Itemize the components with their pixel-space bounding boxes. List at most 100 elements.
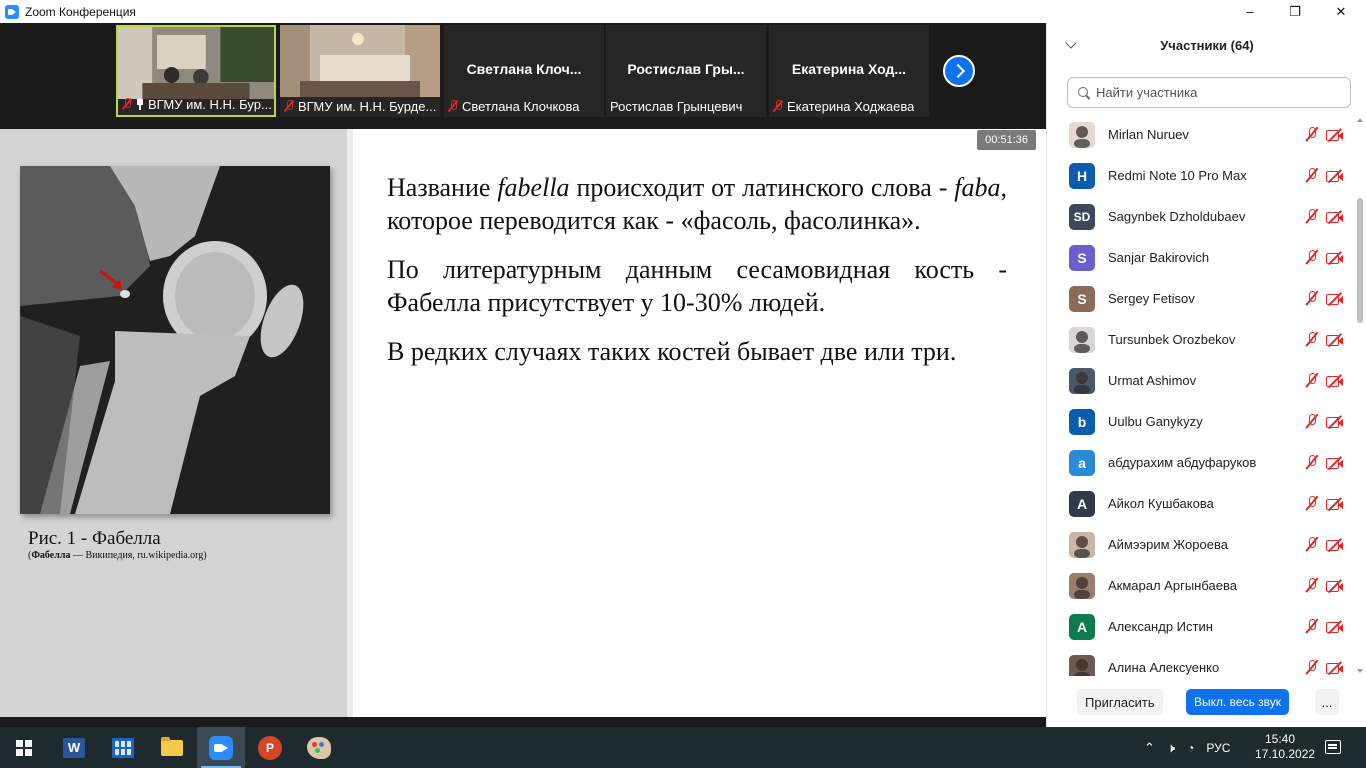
- mic-muted-icon[interactable]: [1305, 331, 1319, 347]
- slide-right-pane: 00:51:36 Название fabella происходит от …: [353, 129, 1046, 717]
- scroll-thumb[interactable]: [1357, 198, 1363, 323]
- taskbar-zoom[interactable]: [197, 727, 245, 768]
- participant-name: Александр Истин: [1108, 619, 1213, 634]
- participant-row[interactable]: a абдурахим абдуфаруков: [1047, 442, 1355, 483]
- taskbar-explorer[interactable]: [148, 727, 196, 768]
- mic-muted-icon[interactable]: [1305, 577, 1319, 593]
- volume-icon[interactable]: 🕨: [1167, 740, 1175, 756]
- participant-row[interactable]: Аймээрим Жороева: [1047, 524, 1355, 565]
- participant-name: Redmi Note 10 Pro Max: [1108, 168, 1247, 183]
- mic-muted-icon[interactable]: [1305, 659, 1319, 675]
- tile-label: Ростислав Грынцевич: [610, 97, 742, 115]
- zoom-window: Zoom Конференция – ❐ ✕ ВГМУ им. Н.Н. Бур…: [0, 0, 1366, 768]
- knee-xray-illustration: [20, 166, 330, 514]
- mic-muted-icon[interactable]: [1305, 126, 1319, 142]
- tray-icons: ⌃ 🕨 ◔ РУС: [1144, 727, 1230, 768]
- participant-row[interactable]: Urmat Ashimov: [1047, 360, 1355, 401]
- participant-name: Аймээрим Жороева: [1108, 537, 1228, 552]
- taskbar-paint[interactable]: [295, 727, 343, 768]
- mic-muted-icon[interactable]: [1305, 249, 1319, 265]
- zoom-app-icon: [5, 4, 19, 19]
- tile-label: ВГМУ им. Н.Н. Бурде...: [284, 97, 436, 115]
- scroll-up-icon[interactable]: [1357, 118, 1363, 122]
- video-tile[interactable]: ВГМУ им. Н.Н. Бур...: [116, 25, 276, 117]
- mute-all-button[interactable]: Выкл. весь звук: [1186, 689, 1290, 715]
- scroll-down-icon[interactable]: [1357, 669, 1363, 673]
- tile-name: Екатерина Ходжаева: [787, 98, 915, 114]
- network-icon[interactable]: ◔: [1187, 741, 1194, 755]
- clock-date: 17.10.2022: [1255, 747, 1316, 761]
- avatar: А: [1069, 614, 1095, 640]
- search-input[interactable]: [1096, 85, 1336, 100]
- video-off-icon-lens: [1338, 419, 1343, 427]
- chevron-up-icon[interactable]: ⌃: [1144, 740, 1155, 756]
- participant-row[interactable]: Mirlan Nuruev: [1047, 116, 1355, 155]
- mic-muted-icon[interactable]: [1305, 454, 1319, 470]
- mic-muted-icon[interactable]: [1305, 618, 1319, 634]
- mic-muted-icon: [122, 98, 132, 110]
- participant-search[interactable]: [1067, 77, 1351, 108]
- participant-name: Акмарал Аргынбаева: [1108, 578, 1237, 593]
- mic-muted-icon[interactable]: [1305, 208, 1319, 224]
- avatar: b: [1069, 409, 1095, 435]
- taskbar: W P ⌃ 🕨 ◔ РУС 15:40 17.10.2022: [0, 727, 1366, 768]
- mic-muted-icon[interactable]: [1305, 413, 1319, 429]
- tile-name: ВГМУ им. Н.Н. Бур...: [148, 96, 272, 112]
- notification-icon[interactable]: [1325, 740, 1341, 754]
- taskbar-word[interactable]: W: [50, 727, 98, 768]
- participant-row[interactable]: S Sanjar Bakirovich: [1047, 237, 1355, 278]
- chevron-down-icon[interactable]: [1065, 37, 1077, 49]
- participants-title: Участники (64): [1160, 37, 1254, 53]
- avatar: [1069, 573, 1095, 599]
- taskbar-powerpoint[interactable]: P: [246, 727, 294, 768]
- participant-row[interactable]: S Sergey Fetisov: [1047, 278, 1355, 319]
- invite-button[interactable]: Пригласить: [1077, 689, 1163, 715]
- video-off-icon-lens: [1338, 173, 1343, 181]
- video-tile[interactable]: Екатерина Ход... Екатерина Ходжаева: [769, 25, 929, 117]
- restore-button[interactable]: ❐: [1272, 0, 1318, 23]
- mic-muted-icon[interactable]: [1305, 495, 1319, 511]
- slide-paragraph: Название fabella происходит от латинског…: [387, 173, 1007, 235]
- participant-row[interactable]: Алина Алексуенко: [1047, 647, 1355, 676]
- language-indicator[interactable]: РУС: [1206, 741, 1230, 755]
- scrollbar[interactable]: [1356, 118, 1364, 673]
- mic-muted-icon[interactable]: [1305, 290, 1319, 306]
- avatar: [1069, 122, 1095, 148]
- mic-muted-icon: [284, 100, 294, 112]
- start-button[interactable]: [0, 727, 48, 768]
- tile-display-name: Светлана Клоч...: [466, 61, 582, 77]
- participant-name: Sagynbek Dzholdubaev: [1108, 209, 1246, 224]
- mic-muted-icon[interactable]: [1305, 372, 1319, 388]
- mic-muted-icon[interactable]: [1305, 536, 1319, 552]
- clock[interactable]: 15:40 17.10.2022: [1255, 732, 1316, 762]
- participant-row[interactable]: SD Sagynbek Dzholdubaev: [1047, 196, 1355, 237]
- figure-source: (Фабелла — Википедия, ru.wikipedia.org): [28, 550, 207, 561]
- participant-row[interactable]: b Uulbu Ganykyzy: [1047, 401, 1355, 442]
- shared-screen: Рис. 1 - Фабелла (Фабелла — Википедия, r…: [0, 129, 1046, 717]
- video-off-icon-lens: [1338, 501, 1343, 509]
- video-tile[interactable]: ВГМУ им. Н.Н. Бурде...: [280, 25, 440, 117]
- minimize-button[interactable]: –: [1227, 0, 1273, 23]
- participant-name: Urmat Ashimov: [1108, 373, 1197, 388]
- avatar: А: [1069, 491, 1095, 517]
- video-tile[interactable]: Светлана Клоч... Светлана Клочкова: [444, 25, 604, 117]
- next-page-arrow-icon[interactable]: [943, 55, 975, 87]
- slide-paragraph: В редких случаях таких костей бывает две…: [387, 337, 957, 366]
- tile-label: ВГМУ им. Н.Н. Бур...: [122, 95, 272, 113]
- participants-panel: Участники (64) Mirlan Nuruev H Redmi Note …: [1046, 23, 1366, 727]
- tile-name: Светлана Клочкова: [462, 98, 580, 114]
- tile-label: Светлана Клочкова: [448, 97, 580, 115]
- mic-muted-icon[interactable]: [1305, 167, 1319, 183]
- slide-left-pane: Рис. 1 - Фабелла (Фабелла — Википедия, r…: [0, 129, 347, 717]
- participant-row[interactable]: Tursunbek Orozbekov: [1047, 319, 1355, 360]
- share-bottom-bar: [0, 717, 1046, 727]
- participant-row[interactable]: H Redmi Note 10 Pro Max: [1047, 155, 1355, 196]
- taskbar-app-grid[interactable]: [99, 727, 147, 768]
- participant-row[interactable]: А Айкол Кушбакова: [1047, 483, 1355, 524]
- close-button[interactable]: ✕: [1318, 0, 1364, 23]
- participant-row[interactable]: А Александр Истин: [1047, 606, 1355, 647]
- more-button[interactable]: ...: [1315, 689, 1339, 715]
- participant-row[interactable]: Акмарал Аргынбаева: [1047, 565, 1355, 606]
- video-tile[interactable]: Ростислав Гры... Ростислав Грынцевич: [606, 25, 766, 117]
- avatar: SD: [1069, 204, 1095, 230]
